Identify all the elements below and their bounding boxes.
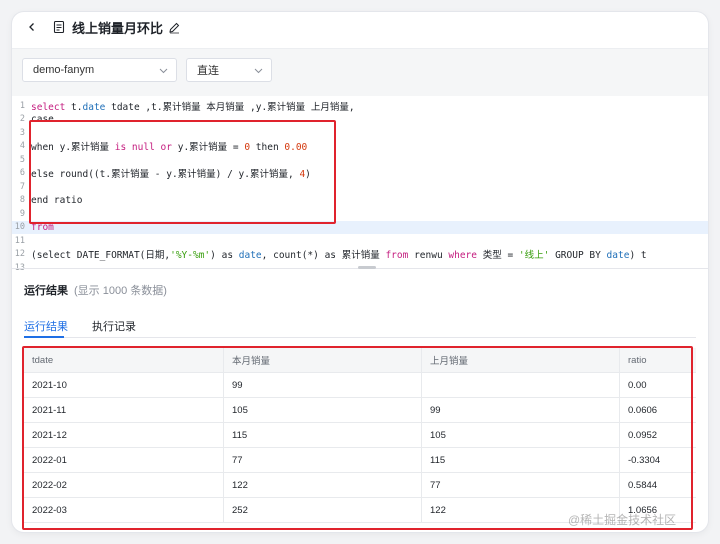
code-line: 6 else round((t.累计销量 - y.累计销量) / y.累计销量, … (12, 167, 708, 180)
line-number: 2 (19, 114, 25, 125)
watermark: @稀土掘金技术社区 (568, 513, 677, 527)
table-cell: 252 (224, 498, 422, 522)
table-cell: 2022-01 (24, 448, 224, 472)
table-cell: 0.5844 (628, 479, 658, 491)
document-icon (53, 20, 65, 34)
back-arrow-icon[interactable] (24, 19, 40, 35)
table-cell: 0.0952 (628, 429, 658, 441)
code-line: 2 case (12, 113, 708, 127)
line-number: 5 (19, 154, 25, 165)
table-cell: 2022-02 (24, 473, 224, 497)
line-number: 10 (14, 222, 25, 233)
datasource-select-value: demo-fanym (33, 64, 95, 76)
datasource-select[interactable]: demo-fanym (22, 58, 177, 82)
table-cell: 0.00 (628, 379, 647, 391)
table-cell: 122 (224, 473, 422, 497)
sql-editor-window: 线上销量月环比 demo-fanym 直连 1 select t.date tda… (12, 12, 708, 532)
results-row-limit: (显示 1000 条数据) (74, 285, 167, 297)
code-line: 12 (select DATE_FORMAT(日期,'%Y-%m') as dat… (12, 248, 708, 261)
code-line: 5 (12, 153, 708, 167)
code-line: 11 (12, 234, 708, 248)
column-header[interactable]: ratio (620, 348, 696, 372)
table-row: 2022-02 122 77 0.5844 (24, 473, 696, 498)
code-line: 3 (12, 126, 708, 140)
connection-mode-value: 直连 (197, 65, 219, 77)
query-toolbar: demo-fanym 直连 (12, 48, 708, 98)
column-header[interactable]: 上月销量 (422, 348, 620, 372)
connection-mode-select[interactable]: 直连 (186, 58, 272, 82)
table-cell (422, 373, 620, 397)
line-number: 8 (19, 195, 25, 206)
results-table: tdate 本月销量 上月销量 ratio 2021-10 99 0.00 20… (24, 348, 696, 532)
tab-execution-history[interactable]: 执行记录 (92, 318, 136, 334)
code-line: 4 when y.累计销量 is null or y.累计销量 = 0 then … (12, 140, 708, 153)
table-cell: 0.0606 (628, 404, 658, 416)
results-tabs: 运行结果 执行记录 (24, 312, 696, 338)
line-number: 9 (19, 208, 25, 219)
line-number: 3 (19, 127, 25, 138)
table-row: 2021-10 99 0.00 (24, 373, 696, 398)
code-line: 9 (12, 207, 708, 221)
table-cell: 2021-12 (24, 423, 224, 447)
chevron-down-icon (159, 68, 168, 74)
code-line-active: 10 from (12, 220, 708, 234)
chevron-down-icon (254, 68, 263, 74)
table-cell: 105 (422, 423, 620, 447)
line-number: 11 (14, 235, 25, 246)
table-cell: 115 (224, 423, 422, 447)
page-title: 线上销量月环比 (72, 20, 164, 36)
table-row: 2021-11 105 99 0.0606 (24, 398, 696, 423)
edit-pencil-icon[interactable] (168, 21, 181, 34)
table-cell: 99 (224, 373, 422, 397)
code-line: 1 select t.date tdate ,t.累计销量 本月销量 ,y.累计销… (12, 99, 708, 113)
table-cell: 2021-11 (24, 398, 224, 422)
sql-code-editor[interactable]: 1 select t.date tdate ,t.累计销量 本月销量 ,y.累计销… (12, 96, 708, 273)
results-title: 运行结果 (24, 285, 68, 297)
active-tab-indicator (24, 336, 64, 338)
table-cell: -0.3304 (628, 454, 661, 466)
page-header: 线上销量月环比 (12, 12, 708, 42)
line-number: 7 (19, 181, 25, 192)
line-number: 1 (19, 100, 25, 111)
code-line: 7 (12, 180, 708, 194)
table-cell: 115 (422, 448, 620, 472)
table-cell: 77 (422, 473, 620, 497)
results-header: 运行结果 (显示 1000 条数据) (24, 282, 167, 298)
table-cell: 105 (224, 398, 422, 422)
column-header[interactable]: tdate (24, 348, 224, 372)
code-line: 8 end ratio (12, 194, 708, 208)
line-number: 12 (14, 249, 25, 260)
table-cell: 2022-03 (24, 498, 224, 522)
table-cell: 77 (224, 448, 422, 472)
column-header[interactable]: 本月销量 (224, 348, 422, 372)
resize-handle[interactable] (358, 266, 376, 269)
line-number: 4 (19, 141, 25, 152)
line-number: 6 (19, 168, 25, 179)
table-cell: 99 (422, 398, 620, 422)
table-header-row: tdate 本月销量 上月销量 ratio (24, 348, 696, 373)
tab-results[interactable]: 运行结果 (24, 318, 68, 334)
table-cell: 2021-10 (24, 373, 224, 397)
table-row: 2022-01 77 115 -0.3304 (24, 448, 696, 473)
table-row: 2021-12 115 105 0.0952 (24, 423, 696, 448)
